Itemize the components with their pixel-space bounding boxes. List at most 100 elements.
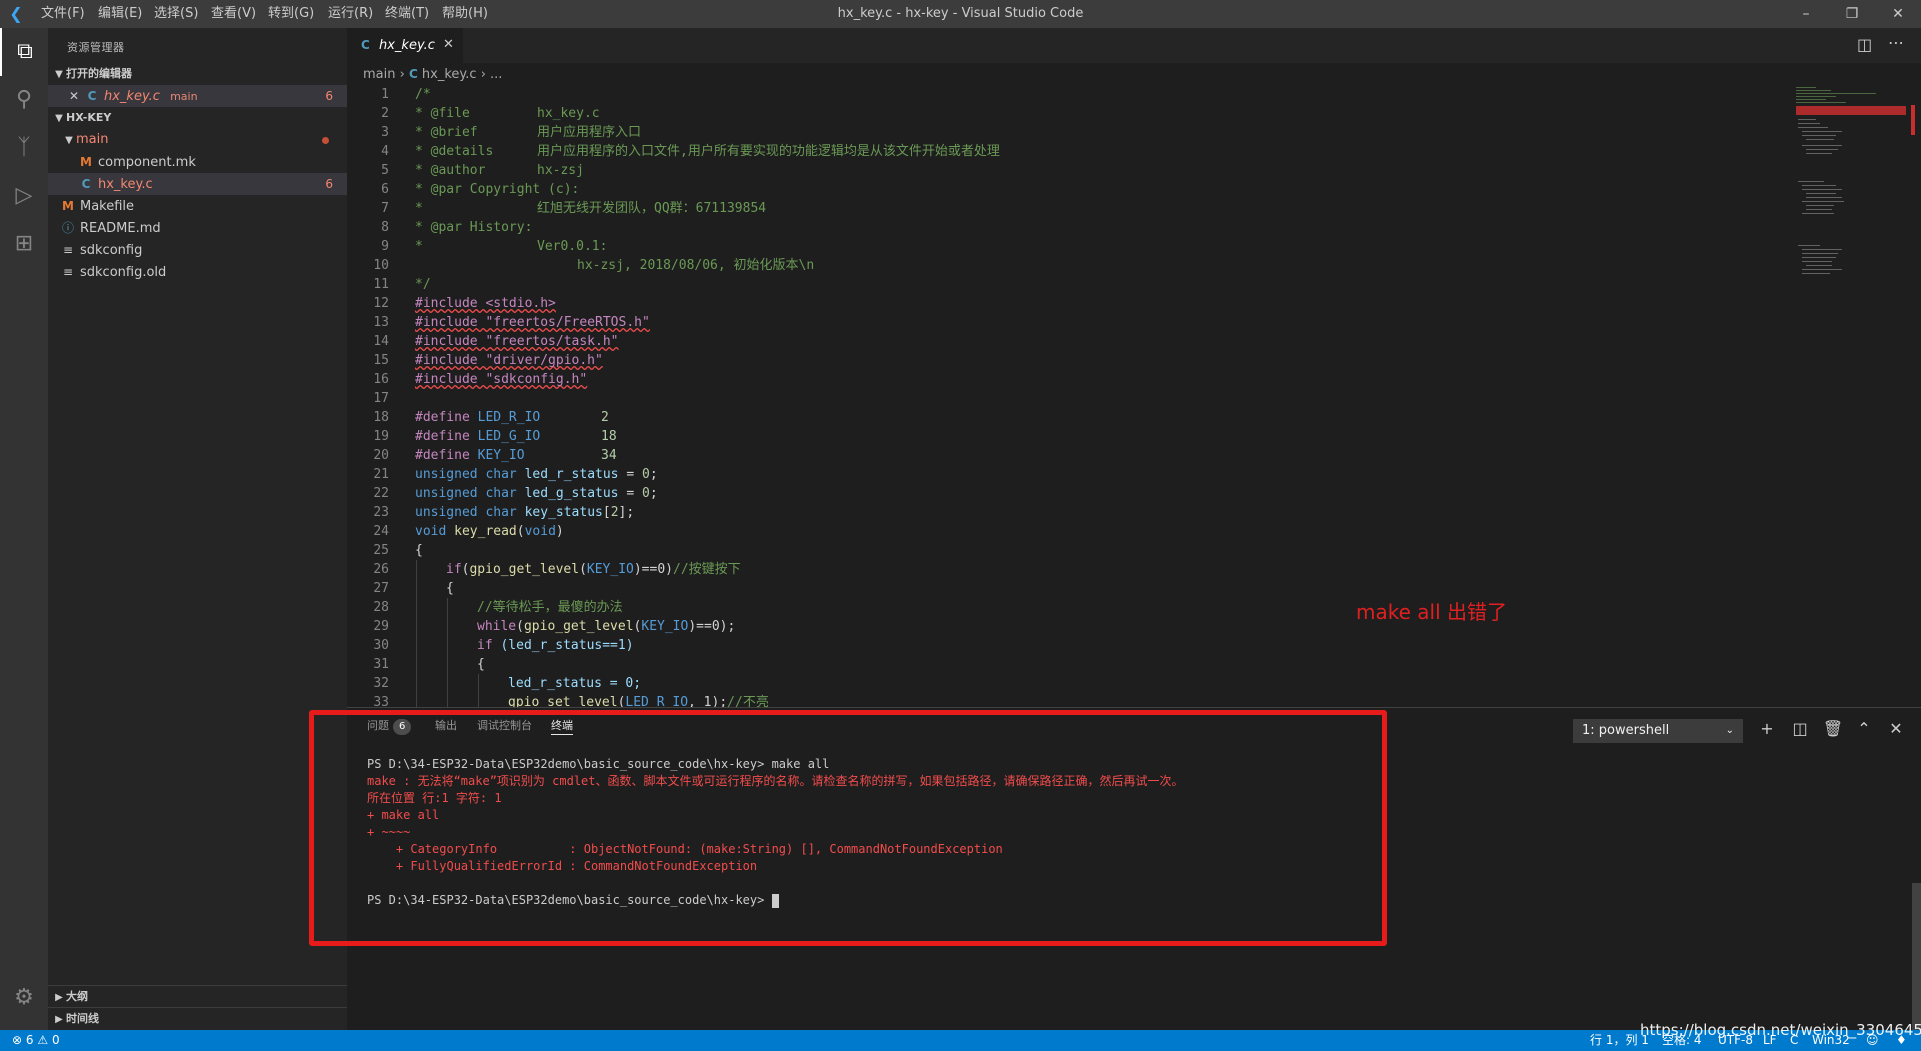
tab-output[interactable]: 输出 [435,708,457,743]
line-number: 22 [373,486,389,501]
search-icon[interactable]: ⚲ [0,76,48,124]
code-line: #include "freertos/task.h" [415,334,619,349]
code-line: */ [415,277,431,292]
breadcrumb-tail[interactable]: ... [490,67,502,82]
code-line: * Ver0.0.1: [415,239,608,254]
code-line: //等待松手，最傻的办法 [477,600,623,615]
trash-icon[interactable]: 🗑 [1822,718,1844,740]
gear-icon[interactable]: ⚙ [0,974,48,1022]
makefile-icon: M [80,155,92,169]
problem-count: 6 [325,177,333,191]
tree-item-sdkconfig[interactable]: ≡ sdkconfig [48,239,347,261]
code-line: unsigned char led_g_status = 0; [415,486,658,501]
breadcrumb-folder[interactable]: main [363,67,395,82]
code-line: * 红旭无线开发团队，QQ群：671139854 [415,201,767,216]
code-line: #include "freertos/FreeRTOS.h" [415,315,650,330]
source-control-icon[interactable]: ᛉ [0,124,48,172]
tab-terminal[interactable]: 终端 [551,708,573,735]
add-terminal-icon[interactable]: + [1756,718,1778,740]
line-number: 26 [373,562,389,577]
open-editors-header[interactable]: ▼ 打开的编辑器 [48,63,347,85]
tab-problems[interactable]: 问题 6 [367,708,412,743]
code-line: while(gpio_get_level(KEY_IO)==0); [477,619,736,634]
tab-label: hx_key.c [379,38,435,53]
terminal-prompt: PS D:\34-ESP32-Data\ESP32demo\basic_sour… [367,892,1867,909]
chevron-right-icon: ▶ [55,992,63,1003]
open-editor-item[interactable]: ✕ Chx_key.c main 6 [48,85,347,107]
breadcrumb-file[interactable]: hx_key.c [422,67,477,82]
line-number: 4 [381,144,389,159]
line-number: 27 [373,581,389,596]
warning-icon: ⚠ [37,1033,49,1047]
close-panel-icon[interactable]: ✕ [1885,718,1907,740]
tree-item-label: Makefile [80,199,135,214]
explorer-icon[interactable]: ⧉ [0,28,48,76]
tree-item-hx-key-c[interactable]: Chx_key.c 6 [48,173,347,195]
workspace-label: HX-KEY [66,111,112,124]
tree-item-component-mk[interactable]: Mcomponent.mk [48,151,347,173]
extensions-icon[interactable]: ⊞ [0,220,48,268]
outline-header[interactable]: ▶ 大纲 [48,985,347,1008]
line-number: 11 [373,277,389,292]
c-file-icon: C [87,89,97,103]
tree-item-readme[interactable]: ⓘ README.md [48,217,347,239]
code-line: #include <stdio.h> [415,296,556,311]
close-icon[interactable]: ✕ [64,85,84,107]
close-icon[interactable]: ✕ [443,37,454,52]
split-terminal-icon[interactable]: ◫ [1789,718,1811,740]
terminal-line: + FullyQualifiedErrorId : CommandNotFoun… [367,859,758,873]
menu-help[interactable]: 帮助(H) [442,0,488,28]
split-editor-icon[interactable]: ◫ [1857,35,1872,54]
run-debug-icon[interactable]: ▷ [0,172,48,220]
line-number: 25 [373,543,389,558]
chevron-up-icon[interactable]: ⌃ [1853,718,1875,740]
line-number: 24 [373,524,389,539]
code-editor[interactable]: 1 /* 2 * @file hx_key.c 3 * @brief 用户应用程序入口 4… [347,85,1797,707]
watermark: https://blog.csdn.net/weixin_33046455 [1640,1021,1921,1039]
code-line: gpio_set_level(LED_R_IO, 1);//不亮 [508,695,769,707]
code-line: { [446,581,454,596]
minimize-icon[interactable]: – [1783,0,1829,28]
menu-selection[interactable]: 选择(S) [154,0,198,28]
tree-item-main[interactable]: ▼ main [48,129,347,151]
maximize-icon[interactable]: ❐ [1829,0,1875,28]
more-actions-icon[interactable]: ⋯ [1888,33,1904,52]
tab-hx-key-c[interactable]: C hx_key.c ✕ [347,28,463,64]
tab-debug-console[interactable]: 调试控制台 [477,708,532,743]
tree-item-label: main [76,132,109,147]
menu-edit[interactable]: 编辑(E) [98,0,142,28]
bottom-panel: 问题 6 输出 调试控制台 终端 1: powershell ⌄ + ◫ 🗑 ⌃ … [347,707,1921,1031]
panel-scrollbar[interactable] [1912,883,1921,1031]
line-number: 23 [373,505,389,520]
vscode-logo-icon: ❮ [9,4,23,23]
code-line: /* [415,87,431,102]
terminal-output[interactable]: PS D:\34-ESP32-Data\ESP32demo\basic_sour… [367,756,1867,909]
menu-go[interactable]: 转到(G) [268,0,314,28]
workspace-header[interactable]: ▼ HX-KEY [48,107,347,129]
menu-file[interactable]: 文件(F) [41,0,85,28]
breadcrumb: main › C hx_key.c › ... [347,63,1921,85]
status-bar: ⊗ 6 ⚠ 0 行 1，列 1 空格: 4 UTF-8 LF C Win32 ☺… [0,1030,1921,1051]
file-icon: ≡ [62,243,74,257]
chevron-down-icon: ⌄ [1725,725,1734,736]
tree-item-sdkconfig-old[interactable]: ≡ sdkconfig.old [48,261,347,283]
line-number: 15 [373,353,389,368]
timeline-header[interactable]: ▶ 时间线 [48,1007,347,1030]
chevron-right-icon: ▶ [55,1014,63,1025]
problems-status[interactable]: ⊗ 6 ⚠ 0 [12,1030,60,1051]
code-line: #define LED_G_IO 18 [415,429,617,444]
close-window-icon[interactable]: ✕ [1875,0,1921,28]
chevron-down-icon: ▼ [65,135,73,146]
menu-terminal[interactable]: 终端(T) [385,0,429,28]
tree-item-makefile[interactable]: M Makefile [48,195,347,217]
menu-run[interactable]: 运行(R) [328,0,373,28]
line-number: 6 [381,182,389,197]
info-icon: ⓘ [61,221,74,235]
minimap[interactable] [1796,85,1906,707]
terminal-select[interactable]: 1: powershell ⌄ [1573,719,1743,743]
c-file-icon: C [81,177,91,191]
c-file-icon: C [361,38,370,52]
menu-view[interactable]: 查看(V) [211,0,256,28]
editor-scrollbar[interactable] [1907,85,1921,707]
line-number: 20 [373,448,389,463]
